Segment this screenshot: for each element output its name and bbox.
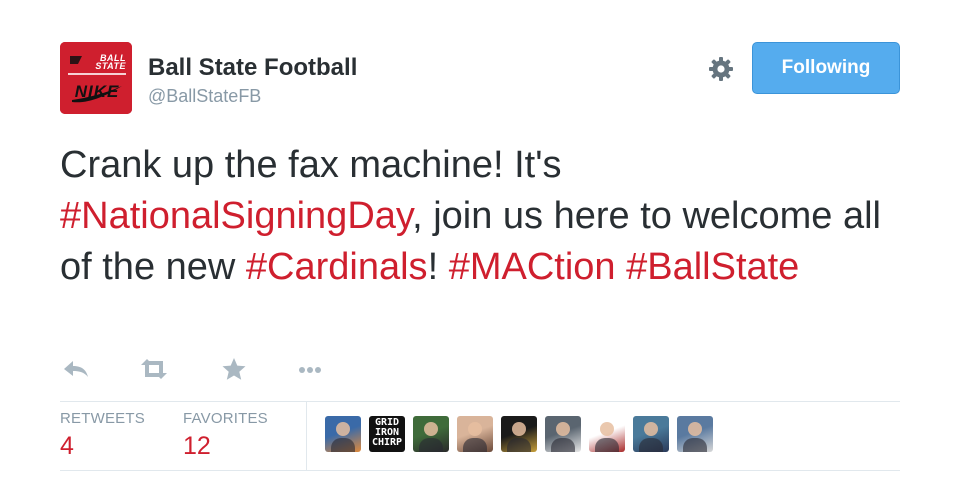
favoriter-avatar[interactable] bbox=[457, 416, 493, 452]
gear-icon[interactable] bbox=[706, 54, 736, 84]
favoriter-avatar-body bbox=[595, 438, 619, 452]
avatar-text-top: BALL STATE bbox=[95, 53, 126, 71]
favoriter-avatar[interactable]: GRID IRON CHIRP bbox=[369, 416, 405, 452]
tweet-text-segment: Crank up the fax machine! It's bbox=[60, 144, 562, 186]
user-handle[interactable]: @BallStateFB bbox=[148, 86, 261, 107]
favoriter-avatar-body bbox=[331, 438, 355, 452]
favoriter-avatar-body bbox=[419, 438, 443, 452]
favoriter-avatar-body bbox=[463, 438, 487, 452]
favorites-label[interactable]: FAVORITES bbox=[183, 410, 268, 427]
favoriter-avatar-face bbox=[424, 422, 438, 436]
favoriter-avatar-face bbox=[556, 422, 570, 436]
tweet-text: Crank up the fax machine! It's #National… bbox=[60, 140, 920, 293]
profile-avatar[interactable]: BALL STATE NIKE bbox=[60, 42, 132, 114]
favoriter-avatar-text: GRID IRON CHIRP bbox=[371, 417, 403, 448]
hashtag-link[interactable]: #BallState bbox=[626, 246, 799, 288]
reply-icon[interactable] bbox=[60, 354, 92, 384]
more-icon[interactable] bbox=[294, 354, 326, 384]
favoriter-avatar[interactable] bbox=[589, 416, 625, 452]
retweet-icon[interactable] bbox=[138, 354, 170, 384]
hashtag-link[interactable]: #NationalSigningDay bbox=[60, 195, 412, 237]
avatar-text-brand: NIKE bbox=[74, 82, 120, 101]
favoriter-avatar-face bbox=[512, 422, 526, 436]
favorites-count[interactable]: 12 bbox=[183, 432, 211, 461]
favoriter-avatar-face bbox=[336, 422, 350, 436]
favoriter-avatar-body bbox=[683, 438, 707, 452]
favoriter-avatar[interactable] bbox=[413, 416, 449, 452]
favoriter-avatar-body bbox=[507, 438, 531, 452]
favoriter-avatar[interactable] bbox=[325, 416, 361, 452]
favoriter-avatar[interactable] bbox=[545, 416, 581, 452]
favoriter-avatar-face bbox=[600, 422, 614, 436]
hashtag-link[interactable]: #MACtion bbox=[449, 246, 616, 288]
tweet-text-segment bbox=[616, 246, 627, 288]
favoriter-avatar-face bbox=[644, 422, 658, 436]
favoriter-avatar-body bbox=[551, 438, 575, 452]
favoriter-avatar-body bbox=[639, 438, 663, 452]
following-button[interactable]: Following bbox=[752, 42, 900, 94]
stats-separator bbox=[306, 402, 307, 470]
favoriter-avatar[interactable] bbox=[633, 416, 669, 452]
divider-top bbox=[60, 401, 900, 402]
favoriter-avatar[interactable] bbox=[501, 416, 537, 452]
favoriter-avatar-face bbox=[688, 422, 702, 436]
favorite-icon[interactable] bbox=[218, 354, 250, 384]
tweet-card: BALL STATE NIKE Ball State Football @Bal… bbox=[0, 0, 962, 487]
tweet-text-segment: ! bbox=[427, 246, 449, 288]
divider-bottom bbox=[60, 470, 900, 471]
favoriter-avatar[interactable] bbox=[677, 416, 713, 452]
retweets-label[interactable]: RETWEETS bbox=[60, 410, 145, 427]
retweets-count[interactable]: 4 bbox=[60, 432, 74, 461]
hashtag-link[interactable]: #Cardinals bbox=[246, 246, 428, 288]
favoriter-avatar-face bbox=[468, 422, 482, 436]
display-name[interactable]: Ball State Football bbox=[148, 54, 357, 82]
